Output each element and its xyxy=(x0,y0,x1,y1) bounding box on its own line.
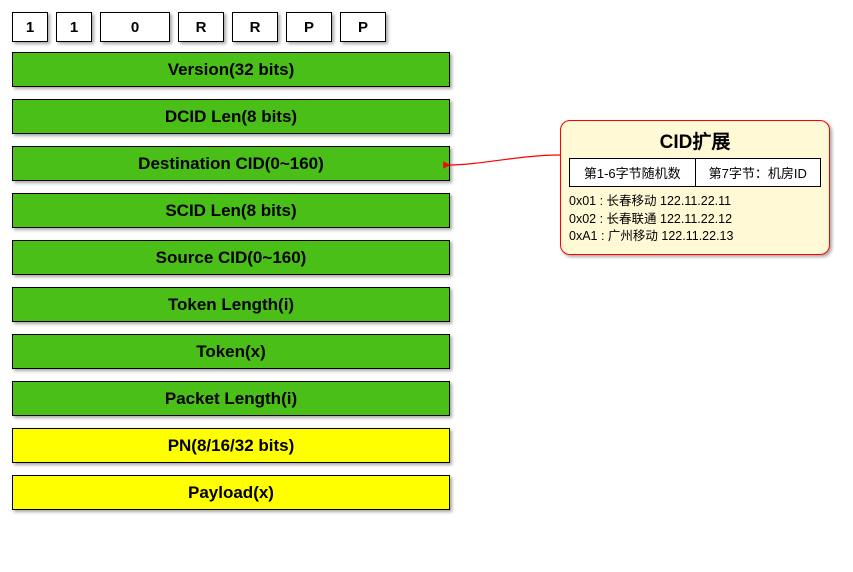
bit-cell: P xyxy=(286,12,332,42)
callout-list: 0x01 : 长春移动 122.11.22.11 0x02 : 长春联通 122… xyxy=(569,193,821,246)
callout-col-random: 第1-6字节随机数 xyxy=(570,159,696,186)
bit-cell: 0 xyxy=(100,12,170,42)
field-payload: Payload(x) xyxy=(12,475,450,510)
field-token-length: Token Length(i) xyxy=(12,287,450,322)
field-pn: PN(8/16/32 bits) xyxy=(12,428,450,463)
field-scid-len: SCID Len(8 bits) xyxy=(12,193,450,228)
bit-cell: 1 xyxy=(12,12,48,42)
callout-arrow xyxy=(440,135,570,195)
field-version: Version(32 bits) xyxy=(12,52,450,87)
header-bits-row: 1 1 0 R R P P xyxy=(12,12,841,42)
field-source-cid: Source CID(0~160) xyxy=(12,240,450,275)
bit-cell: 1 xyxy=(56,12,92,42)
field-dcid-len: DCID Len(8 bits) xyxy=(12,99,450,134)
callout-row: 0x02 : 长春联通 122.11.22.12 xyxy=(569,211,821,229)
callout-title: CID扩展 xyxy=(569,127,821,154)
callout-col-roomid: 第7字节：机房ID xyxy=(696,159,821,186)
field-packet-length: Packet Length(i) xyxy=(12,381,450,416)
callout-row: 0x01 : 长春移动 122.11.22.11 xyxy=(569,193,821,211)
bit-cell: R xyxy=(178,12,224,42)
callout-table: 第1-6字节随机数 第7字节：机房ID xyxy=(569,158,821,187)
field-token: Token(x) xyxy=(12,334,450,369)
callout-row: 0xA1 : 广州移动 122.11.22.13 xyxy=(569,228,821,246)
bit-cell: P xyxy=(340,12,386,42)
bit-cell: R xyxy=(232,12,278,42)
field-destination-cid: Destination CID(0~160) xyxy=(12,146,450,181)
cid-extension-callout: CID扩展 第1-6字节随机数 第7字节：机房ID 0x01 : 长春移动 12… xyxy=(560,120,830,255)
